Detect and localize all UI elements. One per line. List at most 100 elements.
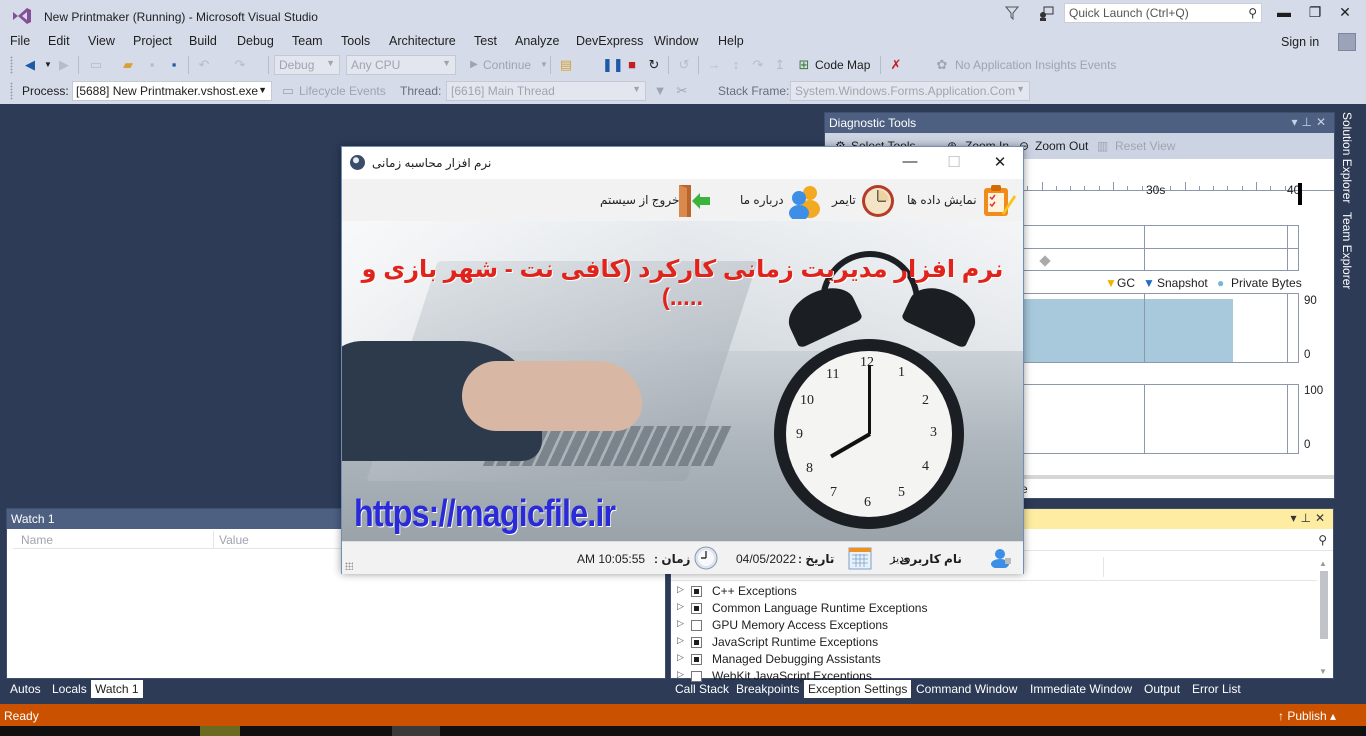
expand-icon[interactable]: ▷ — [677, 584, 684, 595]
app-minimize-button[interactable]: — — [900, 153, 920, 170]
zoom-out-button[interactable]: Zoom Out — [1035, 139, 1088, 153]
split-threads-icon[interactable]: ✂ — [674, 83, 690, 99]
menu-window[interactable]: Window — [654, 34, 698, 48]
menu-architecture[interactable]: Architecture — [389, 34, 456, 48]
app-insights-icon[interactable]: ✿ — [934, 57, 950, 73]
tab-exception-settings[interactable]: Exception Settings — [804, 680, 912, 698]
vertical-scrollbar[interactable]: ▲ ▼ — [1319, 559, 1329, 679]
menu-file[interactable]: File — [10, 34, 30, 48]
resize-grip[interactable] — [345, 562, 353, 570]
flag-threads-icon[interactable]: ▼ — [652, 83, 668, 99]
tab-immediate-window[interactable]: Immediate Window — [1026, 680, 1136, 698]
break-all-icon[interactable]: ❚❚ — [602, 57, 624, 73]
step-over-icon[interactable]: ↕ — [728, 57, 744, 73]
menu-exit[interactable]: خروج از سیستم — [600, 193, 679, 207]
debug-target-icon[interactable]: ▤ — [558, 57, 574, 73]
scroll-down-icon[interactable]: ▼ — [1319, 667, 1327, 676]
continue-button[interactable]: Continue — [483, 58, 531, 72]
timeline-current-marker[interactable] — [1298, 183, 1302, 205]
dropdown-icon[interactable]: ▾ — [1290, 511, 1300, 525]
close-button[interactable]: ✕ — [1333, 4, 1357, 21]
quick-launch-input[interactable]: Quick Launch (Ctrl+Q) ⚲ — [1064, 3, 1262, 23]
taskbar-app[interactable] — [392, 726, 440, 736]
restore-button[interactable]: ❐ — [1303, 4, 1327, 21]
undo-icon[interactable]: ↶ — [196, 57, 212, 73]
show-next-statement-icon[interactable]: ↺ — [676, 57, 692, 73]
solution-explorer-tab[interactable]: Solution Explorer — [1340, 112, 1354, 203]
stack-frame-select[interactable]: System.Windows.Forms.Application.Com ▼ — [790, 81, 1030, 101]
open-file-icon[interactable]: ▰ — [120, 57, 136, 73]
tab-output[interactable]: Output — [1140, 680, 1184, 698]
user-avatar-icon[interactable] — [1338, 33, 1356, 51]
lifecycle-events-button[interactable]: Lifecycle Events — [299, 84, 386, 98]
users-icon[interactable] — [786, 183, 822, 219]
column-separator[interactable] — [213, 531, 214, 549]
navigate-back-icon[interactable]: ◀ — [22, 57, 38, 73]
exception-checkbox[interactable] — [691, 586, 702, 597]
expand-icon[interactable]: ▷ — [677, 618, 684, 629]
stop-debugging-icon[interactable]: ■ — [624, 57, 640, 73]
sign-in-link[interactable]: Sign in — [1281, 35, 1319, 49]
menu-team[interactable]: Team — [292, 34, 323, 48]
feedback-icon[interactable] — [1038, 6, 1054, 22]
close-icon[interactable]: ✕ — [1315, 511, 1329, 525]
notifications-filter-icon[interactable] — [1005, 6, 1019, 20]
redo-icon[interactable]: ↷ — [232, 57, 248, 73]
continue-icon[interactable]: ▶ — [466, 57, 482, 73]
expand-icon[interactable]: ▷ — [677, 669, 684, 680]
tab-error-list[interactable]: Error List — [1188, 680, 1245, 698]
step-out-icon[interactable]: ↷ — [750, 57, 766, 73]
navigate-forward-icon[interactable]: ▶ — [56, 57, 72, 73]
toolbar-grip[interactable] — [10, 82, 13, 100]
tab-breakpoints[interactable]: Breakpoints — [732, 680, 803, 698]
restart-icon[interactable]: ↻ — [646, 57, 662, 73]
save-icon[interactable]: ▪ — [144, 57, 160, 73]
app-maximize-button[interactable]: ☐ — [944, 153, 964, 171]
close-icon[interactable]: ✕ — [1316, 115, 1330, 129]
publish-button[interactable]: ↑ Publish ▴ — [1278, 709, 1336, 723]
expand-icon[interactable]: ▷ — [677, 601, 684, 612]
column-name[interactable]: Name — [21, 533, 53, 547]
menu-about[interactable]: درباره ما — [740, 193, 784, 207]
toolbar-grip[interactable] — [10, 56, 13, 74]
pin-icon[interactable]: ⊥ — [1300, 511, 1314, 525]
new-project-icon[interactable]: ▭ — [88, 57, 104, 73]
clipboard-edit-icon[interactable] — [980, 183, 1016, 219]
menu-build[interactable]: Build — [189, 34, 217, 48]
expand-icon[interactable]: ▷ — [677, 652, 684, 663]
menu-show-data[interactable]: نمایش داده ها — [907, 193, 977, 207]
process-select[interactable]: [5688] New Printmaker.vshost.exe ▼ — [72, 81, 272, 101]
menu-help[interactable]: Help — [718, 34, 744, 48]
column-value[interactable]: Value — [219, 533, 249, 547]
menu-project[interactable]: Project — [133, 34, 172, 48]
menu-devexpress[interactable]: DevExpress — [576, 34, 643, 48]
thread-select[interactable]: [6616] Main Thread ▼ — [446, 81, 646, 101]
exception-checkbox[interactable] — [691, 603, 702, 614]
menu-debug[interactable]: Debug — [237, 34, 274, 48]
tab-command-window[interactable]: Command Window — [912, 680, 1021, 698]
search-icon[interactable]: ⚲ — [1318, 533, 1327, 547]
step-back-icon[interactable]: ↥ — [772, 57, 788, 73]
menu-edit[interactable]: Edit — [48, 34, 70, 48]
menu-test[interactable]: Test — [474, 34, 497, 48]
search-icon[interactable]: ⚲ — [1248, 6, 1257, 20]
back-dropdown-icon[interactable]: ▼ — [40, 57, 56, 73]
reset-view-icon[interactable]: ▥ — [1097, 139, 1108, 153]
reset-view-button[interactable]: Reset View — [1115, 139, 1175, 153]
menu-tools[interactable]: Tools — [341, 34, 370, 48]
solution-config-select[interactable]: Debug ▼ — [274, 55, 340, 75]
menu-view[interactable]: View — [88, 34, 115, 48]
code-map-button[interactable]: Code Map — [815, 58, 870, 72]
lifecycle-icon[interactable]: ▭ — [280, 83, 296, 99]
scroll-up-icon[interactable]: ▲ — [1319, 559, 1327, 568]
dropdown-icon[interactable]: ▾ — [1291, 115, 1301, 129]
clock-icon[interactable] — [860, 183, 896, 219]
menu-timer[interactable]: تایمر — [832, 193, 856, 207]
exception-settings-icon[interactable]: ✗ — [888, 57, 904, 73]
taskbar-app[interactable] — [200, 726, 240, 736]
save-all-icon[interactable]: ▪ — [166, 57, 182, 73]
exception-checkbox[interactable] — [691, 654, 702, 665]
code-map-icon[interactable]: ⊞ — [796, 57, 812, 73]
tab-call-stack[interactable]: Call Stack — [671, 680, 733, 698]
tab-locals[interactable]: Locals — [48, 680, 91, 698]
